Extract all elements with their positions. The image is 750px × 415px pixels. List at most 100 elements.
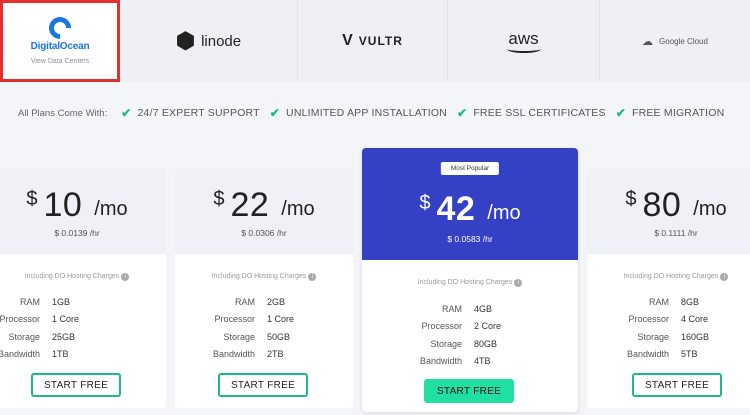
google-cloud-name: Google Cloud [659,36,708,46]
price-amount: 22 [230,186,270,224]
price-currency: $ [625,188,637,210]
info-icon[interactable]: i [514,279,523,287]
spec-key: Storage [430,338,462,349]
vultr-name: VULTR [358,34,403,48]
spec-key: Bandwidth [626,349,669,360]
linode-icon: ⬢ [175,28,196,53]
hourly-price: $ 0.0306 /hr [241,228,287,238]
tab-digitalocean[interactable]: DigitalOcean View Data Centers [0,0,120,82]
spec-value: 4 Core [681,314,709,325]
tab-linode[interactable]: ⬢ linode [120,0,298,82]
spec-processor: Processor 1 Core [0,311,79,329]
spec-value: 8GB [681,296,700,307]
spec-key: Bandwidth [419,356,462,367]
aws-smile-icon [506,45,541,53]
spec-ram: RAM 1GB [0,293,79,311]
info-icon[interactable]: i [121,273,130,281]
plan-specs: RAM 2GB Processor 1 Core Storage 50GB Bandw… [185,293,294,363]
price-currency: $ [419,192,431,214]
spec-key: Processor [0,314,40,325]
price-period: /mo [693,198,727,220]
price-currency: $ [26,188,38,210]
tab-vultr[interactable]: V VULTR [298,0,448,82]
info-icon[interactable]: i [308,273,317,281]
feature-migration: ✔ FREE MIGRATION [616,106,725,120]
spec-bandwidth: Bandwidth 4TB [372,353,501,371]
plan-price: $ 80 /mo [587,186,750,225]
spec-ram: RAM 4GB [372,300,501,318]
spec-key: RAM [442,303,462,314]
spec-processor: Processor 2 Core [372,318,501,336]
spec-key: Storage [223,331,255,342]
check-icon: ✔ [615,106,626,120]
spec-key: RAM [649,296,669,307]
price-period: /mo [94,198,128,220]
plan-card-80: $ 80 /mo $ 0.1111 /hr Including DO Hosti… [587,168,750,408]
spec-storage: Storage 160GB [597,328,709,346]
spec-key: RAM [20,296,40,307]
tab-aws[interactable]: aws [448,0,600,82]
hourly-price: $ 0.0583 /hr [447,234,493,244]
hosting-charges-label: Including DO Hosting Charges [623,273,719,280]
vultr-logo: V VULTR [342,32,403,50]
plan-card-10: $ 10 /mo $ 0.0139 /hr Including DO Hosti… [0,168,166,408]
price-amount: 10 [43,186,83,224]
vultr-icon: V [342,32,353,49]
start-free-button[interactable]: START FREE [218,373,308,397]
price-amount: 80 [642,186,682,224]
tab-google-cloud[interactable]: ☁ Google Cloud [600,0,750,82]
price-period: /mo [487,202,521,224]
spec-key: RAM [235,296,255,307]
hourly-price: $ 0.0139 /hr [54,228,100,238]
spec-bandwidth: Bandwidth 5TB [597,346,709,364]
view-data-centers-link[interactable]: View Data Centers [31,58,89,65]
spec-value: 1GB [52,296,71,307]
spec-value: 1TB [52,349,69,360]
spec-value: 2TB [267,349,284,360]
price-period: /mo [281,198,315,220]
plan-price: $ 10 /mo [0,186,166,225]
check-icon: ✔ [121,106,132,120]
provider-tabs: DigitalOcean View Data Centers ⬢ linode … [0,0,750,82]
plan-specs: RAM 8GB Processor 4 Core Storage 160GB Band… [597,293,709,363]
spec-key: Bandwidth [0,349,40,360]
check-icon: ✔ [269,106,281,120]
spec-storage: Storage 25GB [0,328,79,346]
hosting-charges-label: Including DO Hosting Charges [417,279,513,286]
spec-bandwidth: Bandwidth 2TB [185,346,294,364]
spec-key: Processor [214,314,255,325]
spec-value: 2 Core [474,321,502,332]
spec-key: Processor [421,321,462,332]
start-free-button[interactable]: START FREE [424,379,514,403]
spec-value: 80GB [474,338,498,349]
spec-ram: RAM 2GB [185,293,294,311]
start-free-button[interactable]: START FREE [31,373,121,397]
spec-processor: Processor 4 Core [597,311,709,329]
google-cloud-logo: ☁ Google Cloud [642,35,708,48]
start-free-button[interactable]: START FREE [632,373,722,397]
check-icon: ✔ [457,106,468,120]
spec-value: 4GB [474,303,493,314]
spec-key: Storage [8,331,40,342]
spec-value: 1 Core [267,314,295,325]
info-icon[interactable]: i [720,273,729,281]
digitalocean-logo: DigitalOcean [30,12,90,52]
plan-specs: RAM 4GB Processor 2 Core Storage 80GB Bandw… [372,300,501,370]
spec-storage: Storage 50GB [185,328,294,346]
feature-label: FREE MIGRATION [631,107,725,119]
plan-specs: RAM 1GB Processor 1 Core Storage 25GB Bandw… [0,293,79,363]
spec-key: Storage [637,331,669,342]
spec-processor: Processor 1 Core [185,311,294,329]
feature-app-installation: ✔ UNLIMITED APP INSTALLATION [270,106,447,120]
spec-key: Processor [628,314,669,325]
hosting-charges-note: Including DO Hosting Charges i [0,273,166,281]
feature-label: 24/7 EXPERT SUPPORT [137,107,260,119]
plan-price: $ 22 /mo [175,186,353,225]
digitalocean-name: DigitalOcean [30,41,90,52]
google-cloud-icon: ☁ [642,35,654,48]
feature-ssl: ✔ FREE SSL CERTIFICATES [457,106,606,120]
spec-key: Bandwidth [212,349,255,360]
spec-value: 160GB [681,331,710,342]
plan-features: All Plans Come With: ✔ 24/7 EXPERT SUPPOR… [18,106,724,120]
price-amount: 42 [436,190,476,228]
